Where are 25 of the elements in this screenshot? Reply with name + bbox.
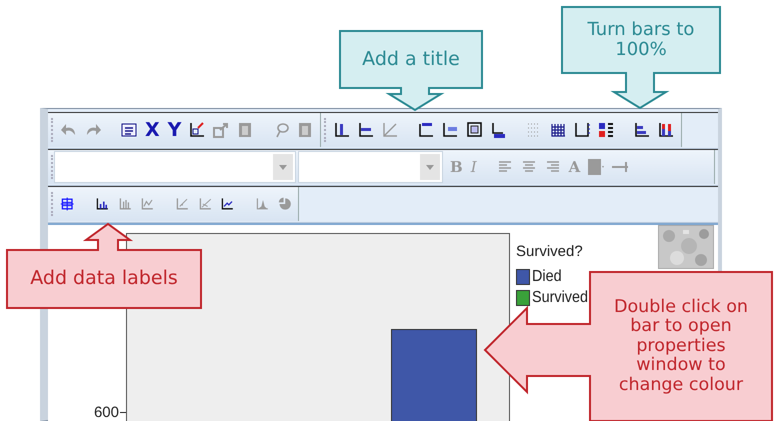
stacked-bars-icon[interactable] [657, 121, 676, 139]
crosshair-icon[interactable] [60, 195, 74, 213]
legend-swatch-icon[interactable] [597, 121, 616, 139]
properties-icon[interactable] [120, 121, 138, 139]
bar[interactable] [391, 329, 477, 421]
x-axis-button[interactable]: X [144, 120, 161, 140]
scale-icon[interactable] [188, 121, 206, 139]
axis-tick-label: 600 [94, 404, 119, 421]
textbox-icon[interactable] [465, 121, 484, 139]
callout-text: Add data labels [30, 268, 178, 290]
legend-label: Died [532, 268, 562, 286]
footnote-icon[interactable] [489, 121, 508, 139]
legend-title: Survived? [516, 243, 584, 260]
axis-ticks-icon[interactable] [573, 121, 592, 139]
callout-text: Turn bars to 100% [588, 20, 694, 60]
y-axis-button[interactable]: Y [166, 120, 182, 140]
grid-icon[interactable] [549, 121, 568, 139]
callout-text: Double click on bar to open properties window to change colour [614, 298, 748, 396]
callout-text: Add a title [362, 48, 460, 70]
legend-icon[interactable] [441, 121, 460, 139]
title-icon[interactable] [417, 121, 436, 139]
legend-label: Survived [532, 289, 588, 307]
y-axis-icon[interactable] [333, 121, 352, 139]
x-axis-icon[interactable] [357, 121, 376, 139]
horizontal-bars-icon[interactable] [633, 121, 652, 139]
